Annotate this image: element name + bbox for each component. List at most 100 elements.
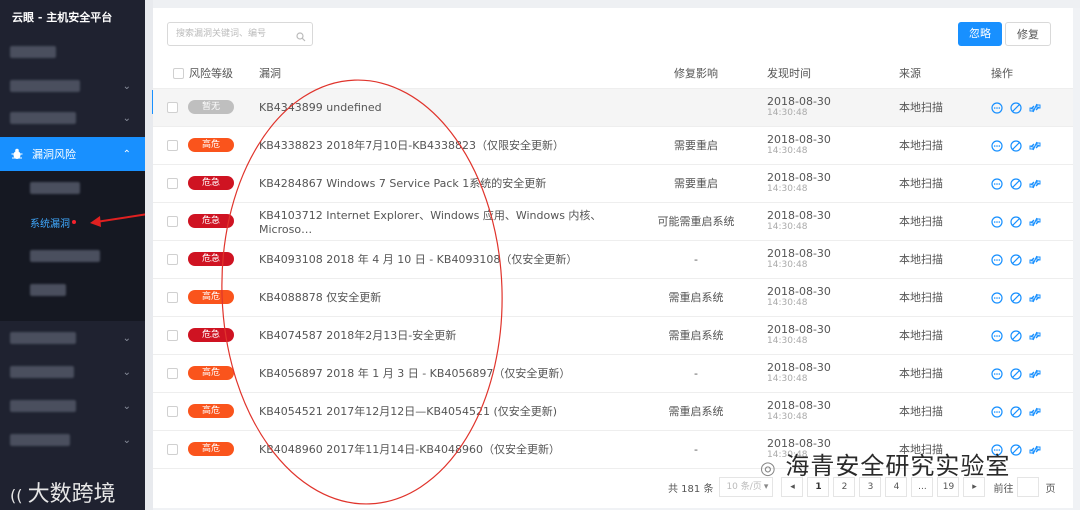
fix-button[interactable]: 修复 <box>1005 22 1051 46</box>
cell-level: 暂无 <box>153 88 253 127</box>
cell-impact: - <box>631 354 761 393</box>
table-row[interactable]: 暂无 KB4343899 undefined 2018-08-30 14:30:48 本… <box>153 88 1073 127</box>
table-row[interactable]: 高危 KB4338823 2018年7月10日-KB4338823（仅限安全更新）… <box>153 126 1073 165</box>
chevron-down-icon: ⌄ <box>122 332 131 344</box>
link-icon[interactable] <box>1029 254 1041 266</box>
cell-source: 本地扫描 <box>899 392 991 431</box>
cell-time: 2018-08-30 14:30:48 <box>761 164 899 203</box>
goto-label: 前往 <box>993 483 1014 495</box>
cell-time: 2018-08-30 14:30:48 <box>761 316 899 355</box>
cell-vuln[interactable]: KB4284867 Windows 7 Service Pack 1系统的安全更… <box>253 164 631 203</box>
link-icon[interactable] <box>1029 102 1041 114</box>
link-icon[interactable] <box>1029 216 1041 228</box>
ignore-icon[interactable] <box>1010 177 1022 190</box>
link-icon[interactable] <box>1029 292 1041 304</box>
table-row[interactable]: 高危 KB4056897 2018 年 1 月 3 日 - KB4056897（仅… <box>153 354 1073 393</box>
more-icon[interactable] <box>991 291 1003 304</box>
more-icon[interactable] <box>991 405 1003 418</box>
col-impact: 修复影响 <box>631 58 761 89</box>
select-all-checkbox[interactable] <box>173 68 184 80</box>
row-checkbox[interactable] <box>167 367 178 379</box>
risk-badge: 危急 <box>188 328 234 342</box>
sidebar-item-blurred-7[interactable]: ⌄ <box>0 424 145 456</box>
table-row[interactable]: 危急 KB4093108 2018 年 4 月 10 日 - KB4093108（… <box>153 240 1073 279</box>
sub-item-blurred-1[interactable] <box>0 172 145 204</box>
cell-time: 2018-08-30 14:30:48 <box>761 88 899 127</box>
sidebar-item-blurred-2[interactable]: ⌄ <box>0 70 145 102</box>
cell-ops <box>991 164 1073 203</box>
row-checkbox[interactable] <box>167 177 178 189</box>
ignore-icon[interactable] <box>1010 329 1022 342</box>
ignore-button[interactable]: 忽略 <box>958 22 1002 46</box>
cell-vuln[interactable]: KB4054521 2017年12月12日—KB4054521 (仅安全更新) <box>253 392 631 431</box>
found-time: 14:30:48 <box>767 222 808 232</box>
ignore-icon[interactable] <box>1010 405 1022 418</box>
row-checkbox[interactable] <box>167 101 178 113</box>
more-icon[interactable] <box>991 215 1003 228</box>
ignore-icon[interactable] <box>1010 291 1022 304</box>
row-checkbox[interactable] <box>167 215 178 227</box>
sub-item-blurred-2[interactable] <box>0 240 145 272</box>
cell-vuln[interactable]: KB4048960 2017年11月14日-KB4048960（仅安全更新） <box>253 430 631 469</box>
link-icon[interactable] <box>1029 330 1041 342</box>
row-checkbox[interactable] <box>167 253 178 265</box>
link-icon[interactable] <box>1029 406 1041 418</box>
cell-source: 本地扫描 <box>899 126 991 165</box>
table-row[interactable]: 高危 KB4054521 2017年12月12日—KB4054521 (仅安全更新… <box>153 392 1073 431</box>
cell-vuln[interactable]: KB4056897 2018 年 1 月 3 日 - KB4056897（仅安全… <box>253 354 631 393</box>
more-icon[interactable] <box>991 329 1003 342</box>
row-checkbox[interactable] <box>167 405 178 417</box>
row-checkbox[interactable] <box>167 329 178 341</box>
row-checkbox[interactable] <box>167 139 178 151</box>
cell-impact: 需重启系统 <box>631 316 761 355</box>
cell-vuln[interactable]: KB4088878 仅安全更新 <box>253 278 631 317</box>
sidebar-item-blurred-3[interactable]: ⌄ <box>0 102 145 134</box>
sidebar-item-blurred-5[interactable]: ⌄ <box>0 356 145 388</box>
sidebar-item-blurred-1[interactable] <box>0 36 145 68</box>
link-icon[interactable] <box>1029 140 1041 152</box>
risk-badge: 高危 <box>188 442 234 456</box>
more-icon[interactable] <box>991 253 1003 266</box>
more-icon[interactable] <box>991 177 1003 190</box>
sidebar-item-blurred-6[interactable]: ⌄ <box>0 390 145 422</box>
cell-vuln[interactable]: KB4343899 undefined <box>253 88 631 127</box>
more-icon[interactable] <box>991 101 1003 114</box>
cell-source: 本地扫描 <box>899 278 991 317</box>
cell-time: 2018-08-30 14:30:48 <box>761 240 899 279</box>
sub-item-blurred-3[interactable] <box>0 274 145 306</box>
sidebar-item-vuln-risk[interactable]: 漏洞风险 ⌃ <box>0 137 145 171</box>
ignore-icon[interactable] <box>1010 443 1022 456</box>
table-row[interactable]: 高危 KB4088878 仅安全更新 需重启系统 2018-08-30 14:30:48… <box>153 278 1073 317</box>
search-icon[interactable] <box>296 29 306 42</box>
link-icon[interactable] <box>1029 178 1041 190</box>
sub-item-system-vuln[interactable]: 系统漏洞 <box>0 206 145 238</box>
sidebar-item-blurred-4[interactable]: ⌄ <box>0 322 145 354</box>
row-checkbox[interactable] <box>167 443 178 455</box>
table-row[interactable]: 危急 KB4074587 2018年2月13日-安全更新 需重启系统 2018-08-… <box>153 316 1073 355</box>
cell-impact <box>631 88 761 127</box>
cell-impact: - <box>631 240 761 279</box>
row-checkbox[interactable] <box>167 291 178 303</box>
ignore-icon[interactable] <box>1010 253 1022 266</box>
ignore-icon[interactable] <box>1010 367 1022 380</box>
cell-vuln[interactable]: KB4103712 Internet Explorer、Windows 应用、W… <box>253 202 631 241</box>
search-input[interactable]: 搜索漏洞关键词、编号 <box>167 22 313 46</box>
app-title: 云眼 - 主机安全平台 <box>12 11 113 24</box>
link-icon[interactable] <box>1029 444 1041 456</box>
more-icon[interactable] <box>991 367 1003 380</box>
more-icon[interactable] <box>991 139 1003 152</box>
cell-vuln[interactable]: KB4093108 2018 年 4 月 10 日 - KB4093108（仅安… <box>253 240 631 279</box>
link-icon[interactable] <box>1029 368 1041 380</box>
table-row[interactable]: 危急 KB4284867 Windows 7 Service Pack 1系统的安… <box>153 164 1073 203</box>
scroll-strip <box>145 0 153 510</box>
sub-item-label: 系统漏洞 <box>30 218 70 230</box>
ignore-icon[interactable] <box>1010 139 1022 152</box>
ignore-icon[interactable] <box>1010 215 1022 228</box>
table-row[interactable]: 危急 KB4103712 Internet Explorer、Windows 应用… <box>153 202 1073 241</box>
goto-page-input[interactable] <box>1017 477 1040 497</box>
cell-vuln[interactable]: KB4338823 2018年7月10日-KB4338823（仅限安全更新） <box>253 126 631 165</box>
cell-vuln[interactable]: KB4074587 2018年2月13日-安全更新 <box>253 316 631 355</box>
search-placeholder: 搜索漏洞关键词、编号 <box>176 29 267 39</box>
watermark-text: ◎ 海青安全研究实验室 <box>760 452 1011 480</box>
ignore-icon[interactable] <box>1010 101 1022 114</box>
